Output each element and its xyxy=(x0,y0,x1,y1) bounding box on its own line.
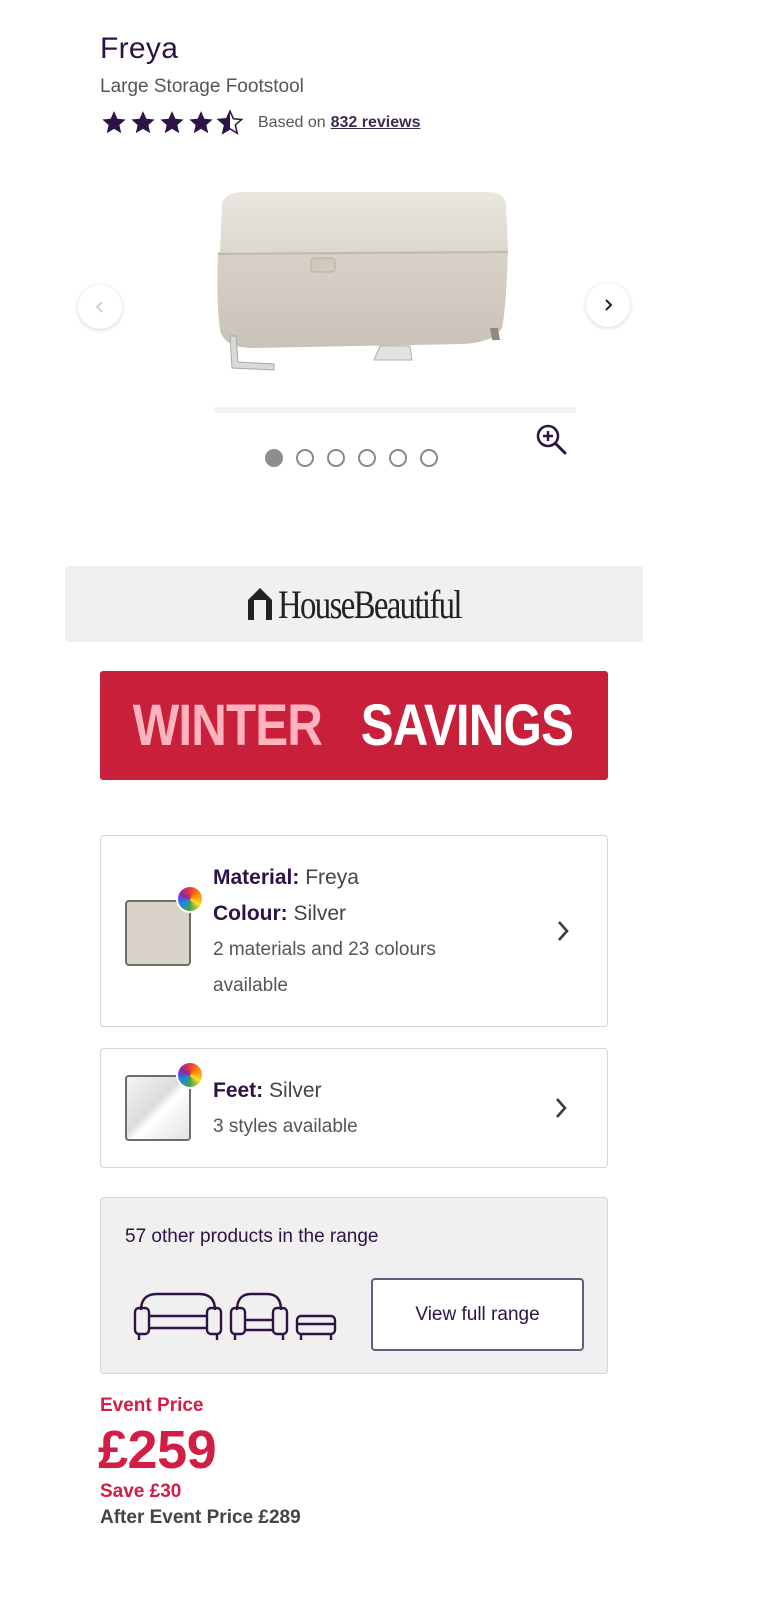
material-value: Freya xyxy=(305,866,359,889)
chevron-right-icon xyxy=(556,1098,567,1118)
star-rating xyxy=(100,109,244,137)
feet-value: Silver xyxy=(269,1079,322,1102)
star-icon xyxy=(131,111,155,134)
colour-wheel-icon xyxy=(176,885,204,913)
event-price-label: Event Price xyxy=(100,1395,204,1416)
review-prefix: Based on xyxy=(258,114,326,131)
gallery-dot[interactable] xyxy=(265,449,283,467)
colour-wheel-icon xyxy=(176,1061,204,1089)
house-beautiful-banner: HouseBeautiful xyxy=(65,566,643,642)
gallery-dot[interactable] xyxy=(296,449,314,467)
star-icon xyxy=(160,111,184,134)
feet-details: Feet: Silver 3 styles available xyxy=(213,1073,358,1145)
house-icon xyxy=(248,588,273,620)
house-beautiful-logo: HouseBeautiful xyxy=(246,581,463,628)
chevron-right-icon xyxy=(558,921,569,941)
product-image[interactable] xyxy=(214,190,576,420)
house-beautiful-text: HouseBeautiful xyxy=(278,581,463,627)
after-event-price: After Event Price £289 xyxy=(100,1507,301,1528)
current-price: £259 xyxy=(98,1420,217,1480)
gallery-dot[interactable] xyxy=(358,449,376,467)
range-count-text: 57 other products in the range xyxy=(125,1226,379,1247)
rating-row: Based on 832 reviews xyxy=(100,108,420,138)
product-title: Freya xyxy=(100,32,179,65)
furniture-range-icons xyxy=(133,1292,337,1340)
colour-label: Colour: xyxy=(213,902,288,925)
material-label: Material: xyxy=(213,866,300,889)
star-icon xyxy=(189,111,213,134)
view-full-range-button[interactable]: View full range xyxy=(371,1278,584,1351)
winter-savings-banner[interactable]: WINTER SAVINGS xyxy=(100,671,608,780)
chevron-left-icon xyxy=(95,301,103,313)
gallery-pagination xyxy=(265,449,438,467)
material-details: Material: Freya Colour: Silver 2 materia… xyxy=(213,860,513,1004)
gallery-next-button[interactable] xyxy=(586,283,630,327)
reviews-link[interactable]: 832 reviews xyxy=(331,114,421,132)
material-availability: 2 materials and 23 colours available xyxy=(213,939,436,996)
product-gallery xyxy=(0,150,759,480)
star-icon xyxy=(102,111,126,134)
colour-value: Silver xyxy=(293,902,347,925)
material-colour-selector[interactable]: Material: Freya Colour: Silver 2 materia… xyxy=(100,835,608,1027)
savings-word: SAVINGS xyxy=(361,693,574,758)
product-range-box: 57 other products in the range View full… xyxy=(100,1197,608,1374)
winter-word: WINTER xyxy=(132,693,322,758)
feet-availability: 3 styles available xyxy=(213,1116,358,1137)
half-star-icon xyxy=(216,109,244,135)
gallery-dot[interactable] xyxy=(420,449,438,467)
gallery-dot[interactable] xyxy=(327,449,345,467)
feet-selector[interactable]: Feet: Silver 3 styles available xyxy=(100,1048,608,1168)
feet-label: Feet: xyxy=(213,1079,264,1102)
gallery-prev-button[interactable] xyxy=(78,285,122,329)
gallery-dot[interactable] xyxy=(389,449,407,467)
chevron-right-icon xyxy=(605,299,613,311)
product-subtitle: Large Storage Footstool xyxy=(100,76,304,97)
savings-text: Save £30 xyxy=(100,1481,182,1502)
zoom-icon[interactable] xyxy=(534,422,568,456)
